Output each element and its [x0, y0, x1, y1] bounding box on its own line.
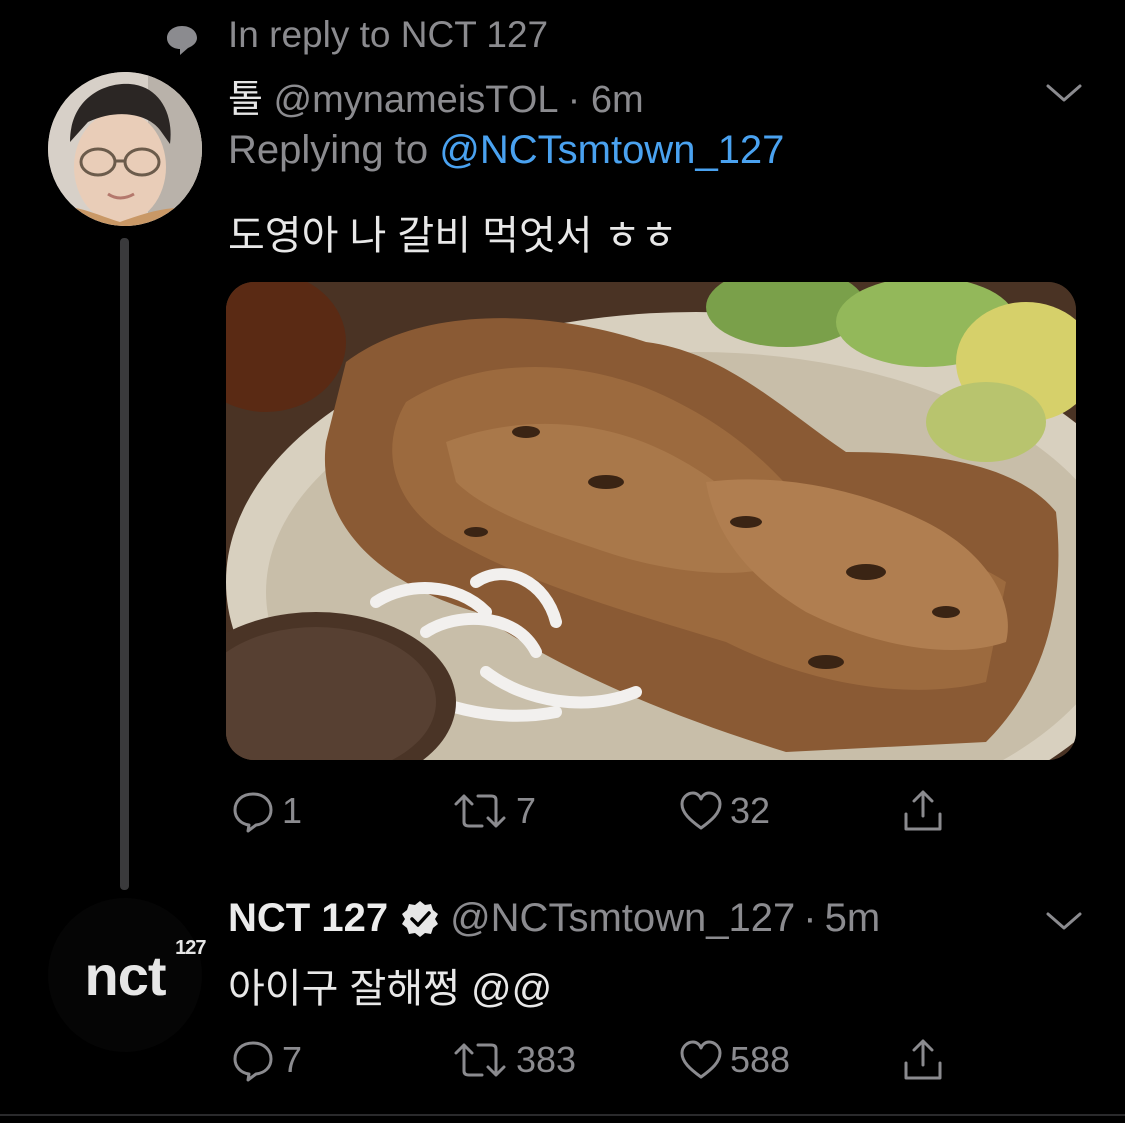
user-handle[interactable]: @mynameisTOL	[274, 79, 558, 121]
separator-dot: ·	[803, 896, 817, 940]
retweet-icon	[454, 1043, 506, 1077]
display-name[interactable]: NCT 127	[228, 896, 388, 941]
divider	[0, 1114, 1125, 1116]
heart-icon	[680, 1040, 722, 1079]
like-button[interactable]: 588	[678, 1035, 790, 1085]
replying-to-label: Replying to	[228, 128, 429, 172]
share-button[interactable]	[900, 1035, 946, 1085]
share-button[interactable]	[900, 786, 946, 836]
speech-bubble-icon	[164, 22, 200, 58]
tweet-text: 도영아 나 갈비 먹엇서 ㅎㅎ	[228, 214, 678, 258]
reply-count: 1	[282, 790, 303, 831]
like-count: 32	[730, 790, 771, 831]
retweet-count: 383	[516, 1039, 577, 1080]
verified-badge-icon	[402, 900, 439, 937]
retweet-count: 7	[516, 790, 537, 831]
avatar[interactable]	[48, 72, 202, 226]
retweet-icon	[454, 794, 506, 828]
like-count: 588	[730, 1039, 791, 1080]
share-icon	[904, 790, 942, 831]
thread-connector-line	[120, 238, 129, 890]
retweet-button[interactable]: 383	[450, 1035, 576, 1085]
reply-button[interactable]: 1	[230, 786, 302, 836]
tweet-header: NCT 127 @NCTsmtown_127 · 5m	[228, 896, 880, 941]
reply-icon	[233, 1041, 273, 1082]
timestamp[interactable]: 5m	[825, 896, 881, 941]
tweet-text: 아이구 잘해쩡 @@	[228, 967, 553, 1011]
avatar[interactable]: nct 127	[48, 898, 207, 1052]
display-name[interactable]: 톨	[228, 79, 263, 121]
nct-logo: nct 127	[84, 937, 207, 1008]
timestamp[interactable]: 6m	[591, 79, 644, 121]
logo-text: nct	[84, 943, 167, 1007]
replying-to-line: Replying to @NCTsmtown_127	[228, 128, 784, 173]
share-icon	[904, 1039, 942, 1080]
user-handle[interactable]: @NCTsmtown_127	[450, 896, 795, 941]
retweet-button[interactable]: 7	[450, 786, 536, 836]
reply-context-text[interactable]: In reply to NCT 127	[228, 14, 548, 56]
separator-dot: ·	[567, 79, 581, 121]
mention-link[interactable]: @NCTsmtown_127	[439, 128, 784, 172]
tweet-photo[interactable]	[226, 282, 1076, 760]
chevron-down-icon[interactable]	[1044, 82, 1084, 106]
reply-count: 7	[282, 1039, 303, 1080]
chevron-down-icon[interactable]	[1044, 910, 1084, 934]
tweet-header: 톨 @mynameisTOL · 6m	[228, 68, 644, 123]
logo-superscript: 127	[175, 936, 206, 959]
like-button[interactable]: 32	[678, 786, 770, 836]
reply-icon	[233, 792, 273, 833]
reply-button[interactable]: 7	[230, 1035, 302, 1085]
heart-icon	[680, 791, 722, 830]
